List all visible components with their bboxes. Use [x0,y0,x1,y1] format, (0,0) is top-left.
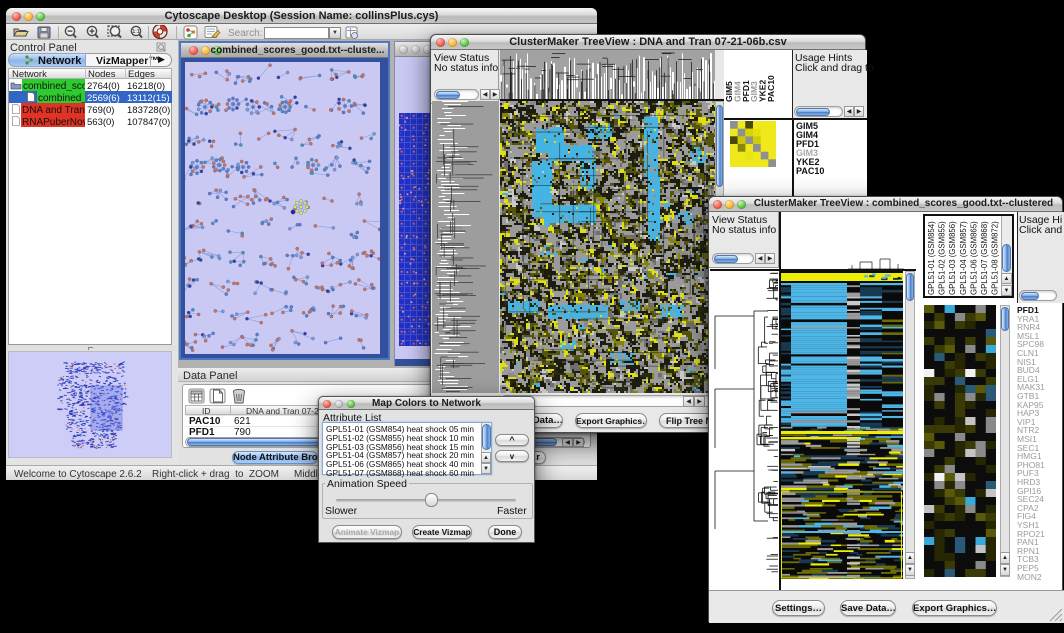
svg-text:GPL51-01 (GSM854): GPL51-01 (GSM854) [927,221,936,295]
svg-text:1:1: 1:1 [132,29,139,35]
svg-text:GPL51-03 (GSM856): GPL51-03 (GSM856) [948,221,957,295]
svg-text:GPL51-08 (GSM872): GPL51-08 (GSM872) [991,221,1000,295]
svg-text:PAC10: PAC10 [766,75,776,102]
svg-text:GPL51-06 (GSM865): GPL51-06 (GSM865) [969,221,978,295]
svg-text:GPL51-04 (GSM857): GPL51-04 (GSM857) [959,221,968,295]
svg-text:GPL51-02 (GSM855): GPL51-02 (GSM855) [938,221,947,295]
svg-text:GPL51-07 (GSM868): GPL51-07 (GSM868) [980,221,989,295]
